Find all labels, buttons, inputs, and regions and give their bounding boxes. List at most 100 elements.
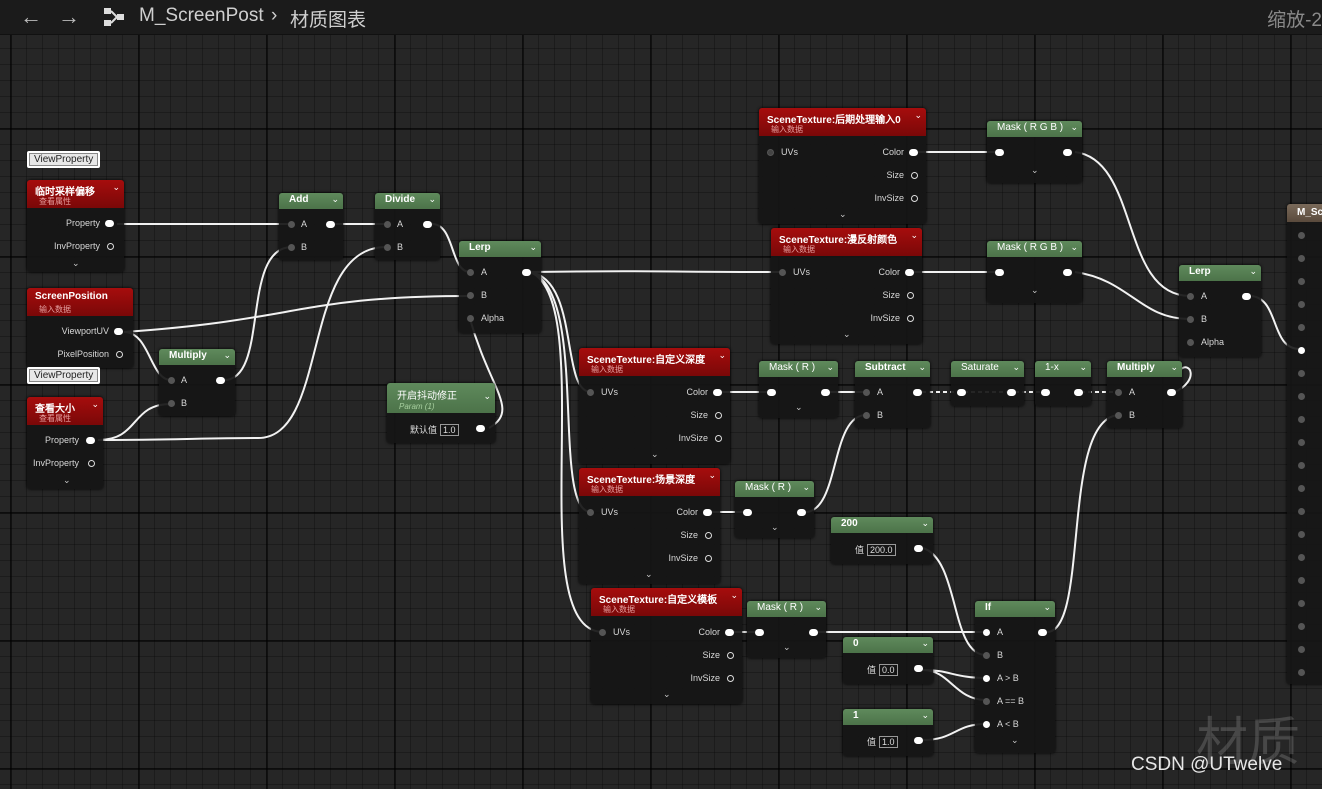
chevron-down-icon[interactable]: ⌄ bbox=[112, 182, 120, 193]
output-pin-icon[interactable] bbox=[476, 425, 485, 432]
chevron-down-icon[interactable]: ⌄ bbox=[708, 470, 716, 481]
input-pin-icon[interactable] bbox=[1298, 623, 1305, 630]
chevron-down-icon[interactable]: ⌄ bbox=[730, 590, 738, 601]
output-pin-icon[interactable] bbox=[715, 412, 722, 419]
output-pin-icon[interactable] bbox=[914, 665, 923, 672]
output-pin-icon[interactable] bbox=[911, 195, 918, 202]
input-pin-icon[interactable] bbox=[743, 509, 752, 516]
screen-position-node[interactable]: ScreenPosition 输入数据 ViewportUV PixelPosit… bbox=[27, 288, 133, 368]
chevron-down-icon[interactable]: ⌄ bbox=[814, 602, 822, 613]
output-pin-icon[interactable] bbox=[1167, 389, 1176, 396]
output-pin-icon[interactable] bbox=[705, 532, 712, 539]
output-pin-icon[interactable] bbox=[1074, 389, 1083, 396]
input-pin-icon[interactable] bbox=[1187, 339, 1194, 346]
input-pin-icon[interactable] bbox=[983, 698, 990, 705]
input-pin-icon[interactable] bbox=[863, 389, 870, 396]
multiply-node[interactable]: Multiply ⌄ A B bbox=[159, 349, 235, 416]
chevron-down-icon[interactable]: ⌄ bbox=[921, 710, 929, 721]
chevron-down-icon[interactable]: ⌄ bbox=[921, 638, 929, 649]
input-pin-icon[interactable] bbox=[957, 389, 966, 396]
chevron-down-icon[interactable]: ⌄ bbox=[63, 475, 71, 486]
add-node[interactable]: Add ⌄ A B bbox=[279, 193, 343, 260]
output-pin-icon[interactable] bbox=[914, 545, 923, 552]
mask-rgb-node[interactable]: Mask ( R G B ) ⌄ ⌄ bbox=[987, 121, 1082, 183]
output-pin-icon[interactable] bbox=[1038, 629, 1047, 636]
scene-texture-node[interactable]: SceneTexture:漫反射颜色 输入数据 ⌄ UVs Color Size I… bbox=[771, 228, 922, 344]
back-arrow-icon[interactable]: ← bbox=[20, 4, 42, 30]
field-value[interactable]: 200.0 bbox=[867, 544, 896, 556]
chevron-down-icon[interactable]: ⌄ bbox=[223, 350, 231, 361]
if-node[interactable]: If ⌄ A B A > B A == B A < B ⌄ bbox=[975, 601, 1055, 753]
input-pin-icon[interactable] bbox=[587, 509, 594, 516]
input-pin-icon[interactable] bbox=[1298, 508, 1305, 515]
input-pin-icon[interactable] bbox=[1041, 389, 1050, 396]
output-pin-icon[interactable] bbox=[216, 377, 225, 384]
chevron-down-icon[interactable]: ⌄ bbox=[1079, 362, 1087, 373]
input-pin-icon[interactable] bbox=[995, 269, 1004, 276]
mask-r-node[interactable]: Mask ( R ) ⌄ ⌄ bbox=[735, 481, 814, 538]
chevron-down-icon[interactable]: ⌄ bbox=[914, 110, 922, 121]
input-pin-icon[interactable] bbox=[1298, 577, 1305, 584]
input-pin-icon[interactable] bbox=[1298, 324, 1305, 331]
input-pin-icon[interactable] bbox=[767, 389, 776, 396]
input-pin-icon[interactable] bbox=[755, 629, 764, 636]
constant-node[interactable]: 200 ⌄ 值 200.0 bbox=[831, 517, 933, 564]
output-pin-icon[interactable] bbox=[907, 315, 914, 322]
output-pin-icon[interactable] bbox=[116, 351, 123, 358]
lerp-node[interactable]: Lerp ⌄ A B Alpha bbox=[1179, 265, 1261, 357]
output-pin-icon[interactable] bbox=[907, 292, 914, 299]
view-property-node[interactable]: 临时采样偏移 查看属性 ⌄ Property InvProperty ⌄ bbox=[27, 180, 124, 272]
constant-node[interactable]: 1 ⌄ 值 1.0 bbox=[843, 709, 933, 756]
input-pin-icon[interactable] bbox=[467, 292, 474, 299]
output-pin-icon[interactable] bbox=[914, 737, 923, 744]
input-pin-icon[interactable] bbox=[1298, 531, 1305, 538]
output-pin-icon[interactable] bbox=[522, 269, 531, 276]
input-pin-icon[interactable] bbox=[1298, 416, 1305, 423]
view-property-node[interactable]: 查看大小 查看属性 ⌄ Property InvProperty ⌄ bbox=[27, 397, 103, 489]
chevron-down-icon[interactable]: ⌄ bbox=[795, 402, 803, 413]
mask-rgb-node[interactable]: Mask ( R G B ) ⌄ ⌄ bbox=[987, 241, 1082, 303]
input-pin-icon[interactable] bbox=[767, 149, 774, 156]
constant-node[interactable]: 0 ⌄ 值 0.0 bbox=[843, 637, 933, 684]
chevron-down-icon[interactable]: ⌄ bbox=[1070, 242, 1078, 253]
input-pin-icon[interactable] bbox=[384, 221, 391, 228]
forward-arrow-icon[interactable]: → bbox=[58, 4, 80, 30]
value-field[interactable]: 值 0.0 bbox=[867, 663, 898, 676]
param-node[interactable]: 开启抖动修正 Param (1) ⌄ 默认值 1.0 bbox=[387, 383, 495, 443]
input-pin-icon[interactable] bbox=[863, 412, 870, 419]
field-value[interactable]: 1.0 bbox=[879, 736, 898, 748]
chevron-down-icon[interactable]: ⌄ bbox=[1043, 602, 1051, 613]
output-pin-icon[interactable] bbox=[797, 509, 806, 516]
chevron-down-icon[interactable]: ⌄ bbox=[918, 362, 926, 373]
output-pin-icon[interactable] bbox=[703, 509, 712, 516]
chevron-down-icon[interactable]: ⌄ bbox=[663, 689, 671, 700]
input-pin-icon[interactable] bbox=[1298, 646, 1305, 653]
input-pin-icon[interactable] bbox=[779, 269, 786, 276]
chevron-down-icon[interactable]: ⌄ bbox=[843, 329, 851, 340]
input-pin-icon[interactable] bbox=[288, 221, 295, 228]
input-pin-icon[interactable] bbox=[1115, 389, 1122, 396]
output-pin-icon[interactable] bbox=[107, 243, 114, 250]
chevron-down-icon[interactable]: ⌄ bbox=[645, 569, 653, 580]
one-minus-node[interactable]: 1-x ⌄ bbox=[1035, 361, 1091, 406]
scene-texture-node[interactable]: SceneTexture:自定义深度 输入数据 ⌄ UVs Color Size I… bbox=[579, 348, 730, 464]
input-pin-icon[interactable] bbox=[983, 675, 990, 682]
chevron-down-icon[interactable]: ⌄ bbox=[1070, 122, 1078, 133]
output-pin-icon[interactable] bbox=[905, 269, 914, 276]
chevron-down-icon[interactable]: ⌄ bbox=[839, 209, 847, 220]
output-pin-icon[interactable] bbox=[913, 389, 922, 396]
lerp-node[interactable]: Lerp ⌄ A B Alpha bbox=[459, 241, 541, 333]
output-pin-icon[interactable] bbox=[326, 221, 335, 228]
output-pin-icon[interactable] bbox=[725, 629, 734, 636]
output-pin-icon[interactable] bbox=[911, 172, 918, 179]
scene-texture-node[interactable]: SceneTexture:后期处理输入0 输入数据 ⌄ UVs Color Size… bbox=[759, 108, 926, 224]
input-pin-icon[interactable] bbox=[384, 244, 391, 251]
chevron-down-icon[interactable]: ⌄ bbox=[1249, 266, 1257, 277]
input-pin-icon[interactable] bbox=[587, 389, 594, 396]
default-value-field[interactable]: 默认值 1.0 bbox=[410, 423, 459, 436]
value-field[interactable]: 值 200.0 bbox=[855, 543, 896, 556]
output-pin-icon[interactable] bbox=[1063, 149, 1072, 156]
input-pin-icon[interactable] bbox=[983, 652, 990, 659]
value-field[interactable]: 值 1.0 bbox=[867, 735, 898, 748]
input-pin-icon[interactable] bbox=[1298, 347, 1305, 354]
